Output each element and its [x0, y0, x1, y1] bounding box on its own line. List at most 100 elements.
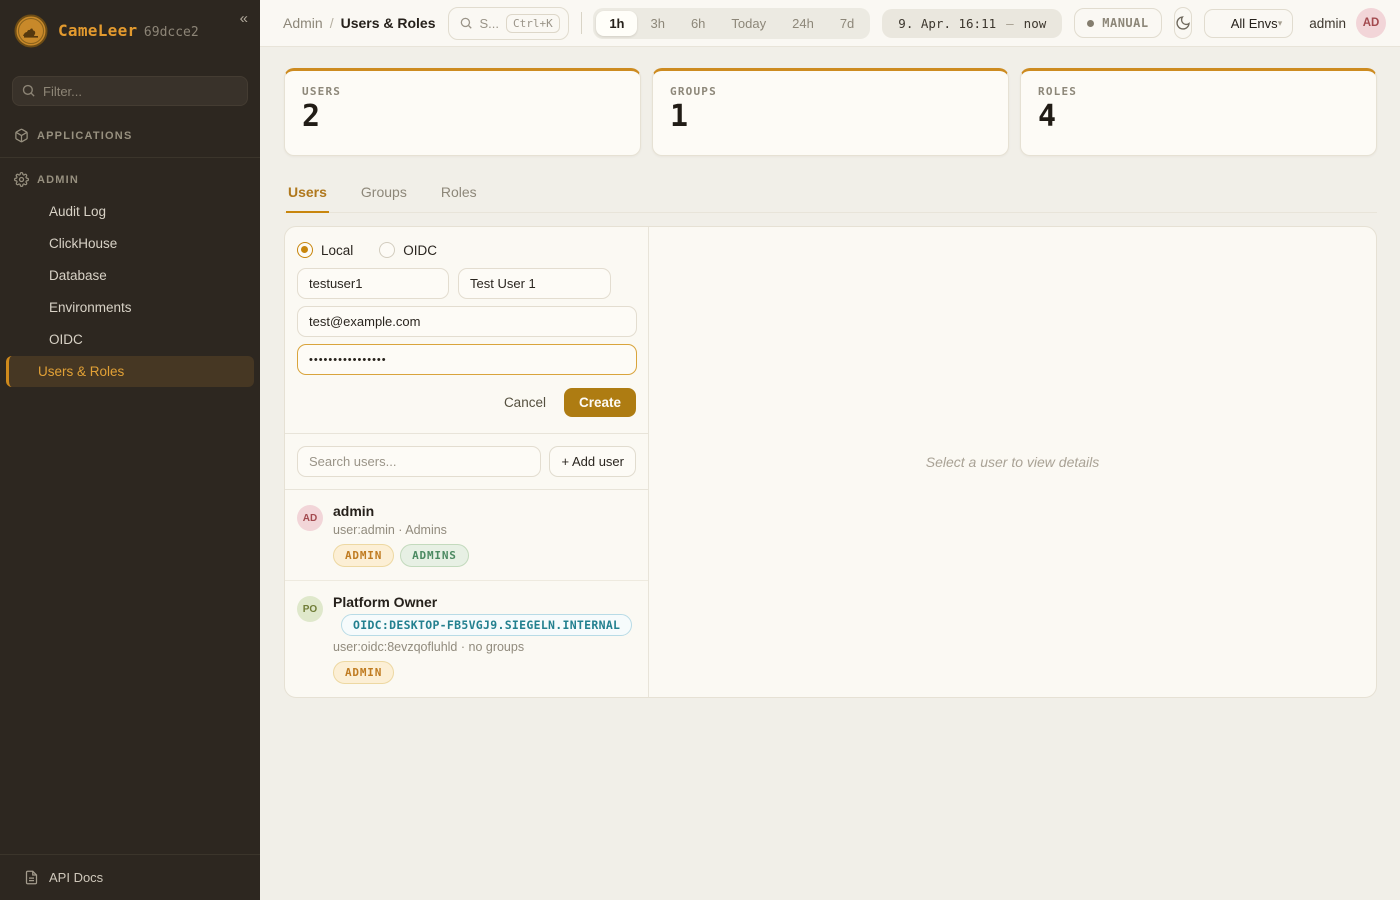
avatar: PO	[297, 596, 323, 622]
stat-label: ROLES	[1038, 85, 1359, 98]
sidebar-item-environments[interactable]: Environments	[6, 292, 254, 323]
theme-toggle-button[interactable]	[1174, 7, 1192, 39]
gear-icon	[14, 172, 29, 187]
create-button[interactable]: Create	[564, 388, 636, 417]
role-badge-admin: ADMIN	[333, 661, 394, 684]
user-info: admin user:admin · Admins ADMIN ADMINS	[333, 503, 469, 567]
time-range-3h[interactable]: 3h	[637, 11, 677, 36]
empty-state-message: Select a user to view details	[926, 454, 1100, 470]
section-label: ADMIN	[37, 174, 79, 186]
username-field[interactable]	[297, 268, 449, 299]
refresh-mode-label: MANUAL	[1102, 16, 1148, 30]
moon-icon	[1175, 15, 1191, 31]
user-list-item-platform-owner[interactable]: PO Platform Owner OIDC:DESKTOP-FB5VGJ9.S…	[285, 581, 648, 697]
chevron-down-icon: ▾	[1278, 18, 1283, 29]
breadcrumb-current: Users & Roles	[341, 15, 436, 31]
breadcrumb-parent[interactable]: Admin	[283, 15, 323, 31]
search-users-input[interactable]	[297, 446, 541, 477]
badge-row: ADMIN	[333, 661, 632, 684]
sidebar-section-admin[interactable]: ADMIN	[0, 160, 260, 195]
time-window-display[interactable]: 9. Apr. 16:11 — now	[882, 9, 1062, 38]
avatar: AD	[297, 505, 323, 531]
time-range-7d[interactable]: 7d	[827, 11, 867, 36]
search-placeholder-text: S...	[480, 16, 500, 31]
breadcrumb-separator: /	[330, 15, 334, 31]
app-version: 69dcce2	[144, 25, 199, 40]
refresh-mode-badge[interactable]: MANUAL	[1074, 8, 1161, 38]
password-field[interactable]	[297, 344, 637, 375]
sidebar-divider	[0, 157, 260, 158]
admin-nav: Audit Log ClickHouse Database Environmen…	[0, 195, 260, 388]
sidebar-section-applications[interactable]: APPLICATIONS	[0, 116, 260, 151]
create-user-form: Local OIDC Cancel Create	[285, 227, 648, 434]
breadcrumb: Admin / Users & Roles	[283, 15, 436, 31]
cancel-button[interactable]: Cancel	[504, 395, 546, 410]
users-panel-left: Local OIDC Cancel Create	[285, 227, 649, 697]
global-search-button[interactable]: S... Ctrl+K	[448, 7, 569, 40]
sidebar-item-oidc[interactable]: OIDC	[6, 324, 254, 355]
time-range-24h[interactable]: 24h	[779, 11, 827, 36]
header-divider	[581, 12, 582, 34]
time-range-1h[interactable]: 1h	[596, 11, 637, 36]
sidebar-item-clickhouse[interactable]: ClickHouse	[6, 228, 254, 259]
stat-value: 1	[670, 102, 991, 132]
status-dot	[1087, 20, 1094, 27]
time-range-today[interactable]: Today	[718, 11, 779, 36]
radio-local-label: Local	[321, 243, 353, 258]
app-logo-row: CameLeer 69dcce2 «	[0, 0, 260, 60]
oidc-issuer-badge: OIDC:DESKTOP-FB5VGJ9.SIEGELN.INTERNAL	[341, 614, 632, 636]
name-fields-row	[297, 268, 636, 299]
stat-card-roles: ROLES 4	[1020, 68, 1377, 156]
radio-unselected-icon	[379, 242, 395, 258]
stat-label: GROUPS	[670, 85, 991, 98]
search-shortcut-kbd: Ctrl+K	[506, 14, 560, 33]
sidebar-item-audit-log[interactable]: Audit Log	[6, 196, 254, 227]
auth-type-radio-group: Local OIDC	[297, 240, 636, 268]
cube-icon	[14, 128, 29, 143]
badge-row: ADMIN ADMINS	[333, 544, 469, 567]
camel-coin-icon	[14, 14, 48, 48]
environment-select-value: All Envs	[1231, 16, 1278, 31]
sidebar-filter-input[interactable]	[12, 76, 248, 106]
current-user: admin AD	[1309, 8, 1386, 38]
email-field[interactable]	[297, 306, 637, 337]
radio-local[interactable]: Local	[297, 242, 353, 258]
sidebar: CameLeer 69dcce2 « APPLICATIONS ADMIN Au…	[0, 0, 260, 900]
stat-label: USERS	[302, 85, 623, 98]
form-actions: Cancel Create	[297, 388, 636, 417]
sidebar-item-users-roles[interactable]: Users & Roles	[6, 356, 254, 387]
time-window-separator: —	[1006, 16, 1014, 31]
tab-groups[interactable]: Groups	[359, 178, 409, 212]
radio-oidc-label: OIDC	[403, 243, 437, 258]
api-docs-label: API Docs	[49, 870, 103, 885]
app-title: CameLeer 69dcce2	[58, 21, 199, 41]
users-panel: Local OIDC Cancel Create	[284, 226, 1377, 698]
sidebar-item-database[interactable]: Database	[6, 260, 254, 291]
sidebar-filter	[12, 76, 248, 106]
user-meta: user:oidc:8evzqofluhld · no groups	[333, 640, 632, 654]
user-list-item-admin[interactable]: AD admin user:admin · Admins ADMIN ADMIN…	[285, 490, 648, 581]
time-range-6h[interactable]: 6h	[678, 11, 718, 36]
radio-oidc[interactable]: OIDC	[379, 242, 437, 258]
tab-users[interactable]: Users	[286, 178, 329, 213]
user-avatar[interactable]: AD	[1356, 8, 1386, 38]
collapse-sidebar-icon[interactable]: «	[240, 10, 248, 27]
display-name-field[interactable]	[458, 268, 611, 299]
role-badge-admin: ADMIN	[333, 544, 394, 567]
stat-card-groups: GROUPS 1	[652, 68, 1009, 156]
tab-roles[interactable]: Roles	[439, 178, 479, 212]
user-name: admin	[333, 503, 469, 519]
user-info: Platform Owner OIDC:DESKTOP-FB5VGJ9.SIEG…	[333, 594, 632, 684]
section-label: APPLICATIONS	[37, 130, 132, 142]
time-window-end: now	[1024, 16, 1047, 31]
user-name: Platform Owner	[333, 594, 632, 610]
radio-selected-icon	[297, 242, 313, 258]
main-content: USERS 2 GROUPS 1 ROLES 4 Users Groups Ro…	[260, 47, 1400, 698]
user-list-toolbar: + Add user	[285, 434, 648, 490]
environment-select[interactable]: All Envs ▾	[1204, 9, 1294, 38]
current-user-name: admin	[1309, 16, 1346, 31]
add-user-button[interactable]: + Add user	[549, 446, 636, 477]
api-docs-link[interactable]: API Docs	[0, 854, 260, 900]
time-window-start: 9. Apr. 16:11	[898, 16, 996, 31]
stat-value: 4	[1038, 102, 1359, 132]
